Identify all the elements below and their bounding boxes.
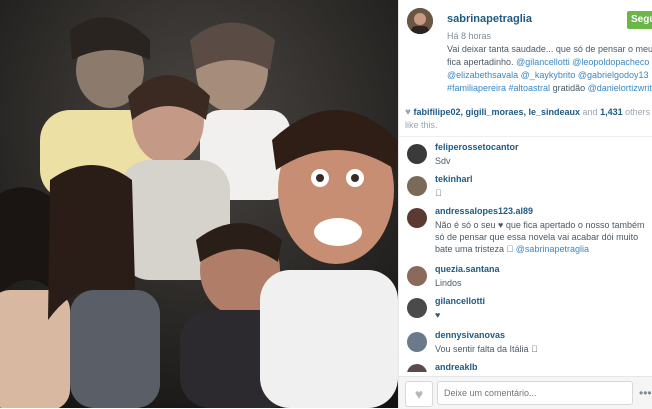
post-username[interactable]: sabrinapetraglia	[447, 13, 532, 25]
comment-user[interactable]: tekinharl	[435, 174, 473, 184]
comment-text: Vou sentir falta da Itália 󾌳	[435, 344, 538, 354]
comment-user[interactable]: gilancellotti	[435, 296, 485, 306]
commenter-avatar[interactable]	[407, 176, 427, 196]
commenter-avatar[interactable]	[407, 266, 427, 286]
comment-user[interactable]: andreaklb	[435, 362, 478, 372]
comment-input[interactable]	[437, 381, 633, 405]
post-caption: Vai deixar tanta saudade... que só de pe…	[447, 43, 652, 95]
comment-text: Sdv	[435, 156, 451, 166]
comment-text: Lindos	[435, 278, 462, 288]
caption-tag-end[interactable]: @danielortizwrit	[588, 83, 652, 93]
comment-text: ♥	[435, 310, 441, 320]
comment-text: Não é só o seu ♥ que fica apertado o nos…	[435, 219, 647, 255]
post-sidebar: sabrinapetraglia Há 8 horas Seguir Vai d…	[398, 0, 652, 409]
user-avatar[interactable]	[407, 8, 433, 34]
avatar-image	[407, 8, 433, 34]
comment-user[interactable]: andressalopes123.al89	[435, 206, 533, 216]
commenter-avatar[interactable]	[407, 332, 427, 352]
comment-user[interactable]: dennysivanovas	[435, 330, 505, 340]
group-selfie-image	[0, 0, 398, 408]
commenter-avatar[interactable]	[407, 208, 427, 228]
post-time: Há 8 horas	[447, 31, 492, 41]
comment-user[interactable]: quezia.santana	[435, 264, 500, 274]
likes-users[interactable]: fabifilipe02, gigili_moraes, le_sindeaux	[413, 107, 580, 117]
caption-end: gratidão	[552, 83, 586, 93]
like-heart-icon[interactable]: ♥	[405, 381, 433, 407]
comments-list: feliperossetocantor Sdv tekinharl 󾌳 andr…	[399, 140, 652, 372]
divider	[399, 136, 652, 137]
likes-and: and	[582, 107, 598, 117]
heart-icon: ♥	[405, 107, 411, 118]
likes-count[interactable]: 1,431	[600, 107, 623, 117]
follow-button[interactable]: Seguir	[627, 11, 652, 29]
comment-bar: ♥ •••	[399, 376, 652, 409]
likes-row: ♥ fabifilipe02, gigili_moraes, le_sindea…	[405, 106, 651, 131]
post-photo	[0, 0, 398, 408]
more-icon[interactable]: •••	[639, 387, 652, 399]
comment-mention[interactable]: @sabrinapetraglia	[516, 244, 589, 254]
comment-text: 󾌳	[435, 188, 442, 198]
commenter-avatar[interactable]	[407, 364, 427, 372]
commenter-avatar[interactable]	[407, 144, 427, 164]
commenter-avatar[interactable]	[407, 298, 427, 318]
comment-user[interactable]: feliperossetocantor	[435, 142, 519, 152]
